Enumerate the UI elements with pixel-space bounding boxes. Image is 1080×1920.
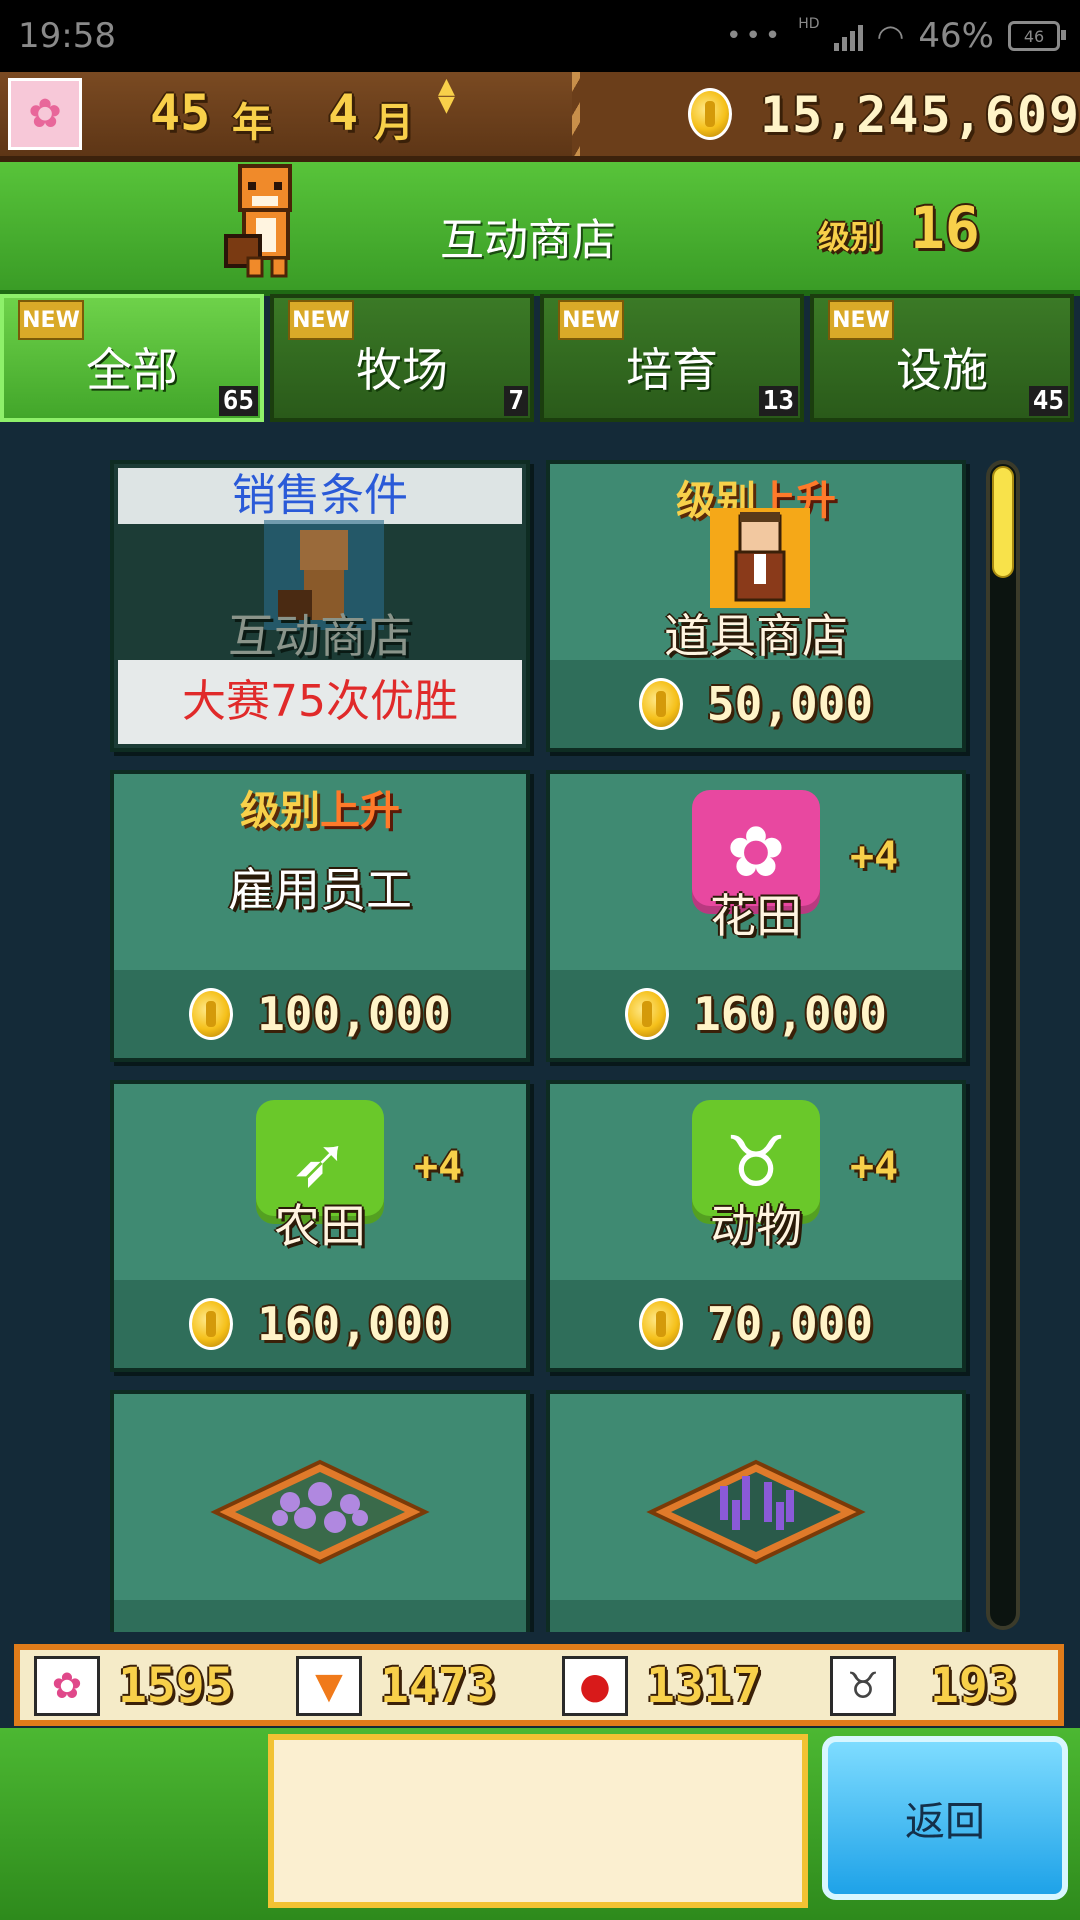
item-price: 70,000 xyxy=(706,1297,874,1351)
price-row: 70,000 xyxy=(550,1280,962,1368)
shop-item-interaction-store-locked[interactable]: 销售条件 互动商店 大赛75次优胜 xyxy=(110,460,530,752)
category-tabs: NEW 全部 65 NEW 牧场 7 NEW 培育 13 NEW 设施 45 xyxy=(0,294,1080,426)
cherry-blossom-avatar-icon[interactable]: ✿ xyxy=(8,78,82,150)
item-name: 农田 xyxy=(274,1199,366,1253)
network-type: HD xyxy=(798,16,820,32)
date-year-unit: 年 xyxy=(232,100,272,146)
item-price: 160,000 xyxy=(257,1297,451,1351)
level-value: 16 xyxy=(910,194,980,262)
message-box xyxy=(268,1734,808,1908)
level-up-tag: 级别上升 xyxy=(114,778,526,836)
wifi-icon: ◠ xyxy=(876,17,905,55)
price-strip xyxy=(550,1600,962,1632)
price-strip xyxy=(114,1600,526,1632)
item-name: 动物 xyxy=(710,1199,802,1253)
resource-cow-count: 193 xyxy=(930,1658,1017,1714)
top-bar: ✿ 45 年 4 月 ▲ ▼ 15,245,609 xyxy=(0,72,1080,162)
coin-icon xyxy=(625,988,670,1040)
battery-percent: 46% xyxy=(918,16,994,56)
coin-icon xyxy=(189,1298,234,1350)
tab-facilities[interactable]: NEW 设施 45 xyxy=(810,294,1074,422)
resource-carrot-count: 1473 xyxy=(380,1658,496,1714)
more-dots-icon: ••• xyxy=(726,21,785,51)
shop-item-flower-field[interactable]: ✿ +4 花田 160,000 xyxy=(546,770,966,1062)
shop-item-purple-flower-plot[interactable] xyxy=(546,1390,966,1632)
plus-bonus: +4 xyxy=(850,834,899,880)
battery-badge: 46 xyxy=(1023,26,1045,46)
shop-item-item-store[interactable]: 级别上升 道具商店 50,000 xyxy=(546,460,966,752)
item-name: 互动商店 xyxy=(228,609,412,663)
sale-condition-title: 销售条件 xyxy=(118,468,522,524)
tab-label: 牧场 xyxy=(356,343,448,397)
battery-icon: 46 xyxy=(1008,21,1066,51)
resource-apple-count: 1317 xyxy=(646,1658,762,1714)
level-up-a: 级别 xyxy=(240,788,320,834)
coin-icon xyxy=(189,988,234,1040)
date-month-unit: 月 xyxy=(374,100,414,146)
price-row: 100,000 xyxy=(114,970,526,1058)
scrollbar-track[interactable] xyxy=(986,460,1020,1630)
plus-bonus: +4 xyxy=(850,1144,899,1190)
item-price: 50,000 xyxy=(706,677,874,731)
shop-header: 互动商店 级别 16 xyxy=(0,162,1080,296)
tab-count: 13 xyxy=(758,386,798,416)
tab-breeding[interactable]: NEW 培育 13 xyxy=(540,294,804,422)
status-bar: 19:58 ••• HD ◠ 46% 46 xyxy=(0,0,1080,72)
shop-item-lavender-plot[interactable] xyxy=(110,1390,530,1632)
time-speed-arrows-icon[interactable]: ▲ ▼ xyxy=(438,76,455,116)
carrot-icon: ▼ xyxy=(296,1656,362,1716)
price-row: 160,000 xyxy=(550,970,962,1058)
tab-count: 65 xyxy=(218,386,258,416)
price-row: 160,000 xyxy=(114,1280,526,1368)
resource-flower-count: 1595 xyxy=(118,1658,234,1714)
cow-icon: ♉ xyxy=(830,1656,896,1716)
back-button-label: 返回 xyxy=(905,1799,985,1845)
shop-item-farm-field[interactable]: ➶ +4 农田 160,000 xyxy=(110,1080,530,1372)
lavender-garden-icon xyxy=(210,1459,430,1565)
shopkeeper-man-icon xyxy=(710,508,810,608)
shop-item-animals[interactable]: ♉ +4 动物 70,000 xyxy=(546,1080,966,1372)
item-name: 道具商店 xyxy=(664,609,848,663)
tab-count: 7 xyxy=(504,386,528,416)
coin-icon xyxy=(688,88,732,140)
status-time: 19:58 xyxy=(18,16,116,56)
date-month: 4 xyxy=(328,84,359,142)
purple-flower-garden-icon xyxy=(646,1459,866,1565)
shop-item-grid: 销售条件 互动商店 大赛75次优胜 级别上升 道具商店 50,000 级别上升 … xyxy=(0,426,1080,1632)
flower-icon: ✿ xyxy=(34,1656,100,1716)
tab-count: 45 xyxy=(1028,386,1068,416)
level-up-b: 上升 xyxy=(320,788,400,834)
scrollbar-thumb[interactable] xyxy=(992,466,1014,578)
tab-ranch[interactable]: NEW 牧场 7 xyxy=(270,294,534,422)
tiger-shopkeeper-icon xyxy=(224,164,292,278)
sale-condition-text: 大赛75次优胜 xyxy=(118,660,522,744)
back-button[interactable]: 返回 xyxy=(822,1736,1068,1900)
item-name: 雇用员工 xyxy=(228,863,412,917)
coin-icon xyxy=(638,678,683,730)
shop-title: 互动商店 xyxy=(440,215,616,266)
item-price: 160,000 xyxy=(693,987,887,1041)
level-label: 级别 xyxy=(818,218,883,256)
tab-all[interactable]: NEW 全部 65 xyxy=(0,294,264,422)
money-value: 15,245,609 xyxy=(760,86,1080,144)
shop-item-hire-staff[interactable]: 级别上升 雇用员工 100,000 xyxy=(110,770,530,1062)
coin-icon xyxy=(638,1298,683,1350)
resource-bar: ✿ 1595 ▼ 1473 ● 1317 ♉ 193 xyxy=(14,1644,1064,1726)
date-year: 45 xyxy=(150,84,211,142)
apple-icon: ● xyxy=(562,1656,628,1716)
price-row: 50,000 xyxy=(550,660,962,748)
signal-icon xyxy=(833,21,863,51)
item-price: 100,000 xyxy=(257,987,451,1041)
plus-bonus: +4 xyxy=(414,1144,463,1190)
item-name: 花田 xyxy=(710,889,802,943)
